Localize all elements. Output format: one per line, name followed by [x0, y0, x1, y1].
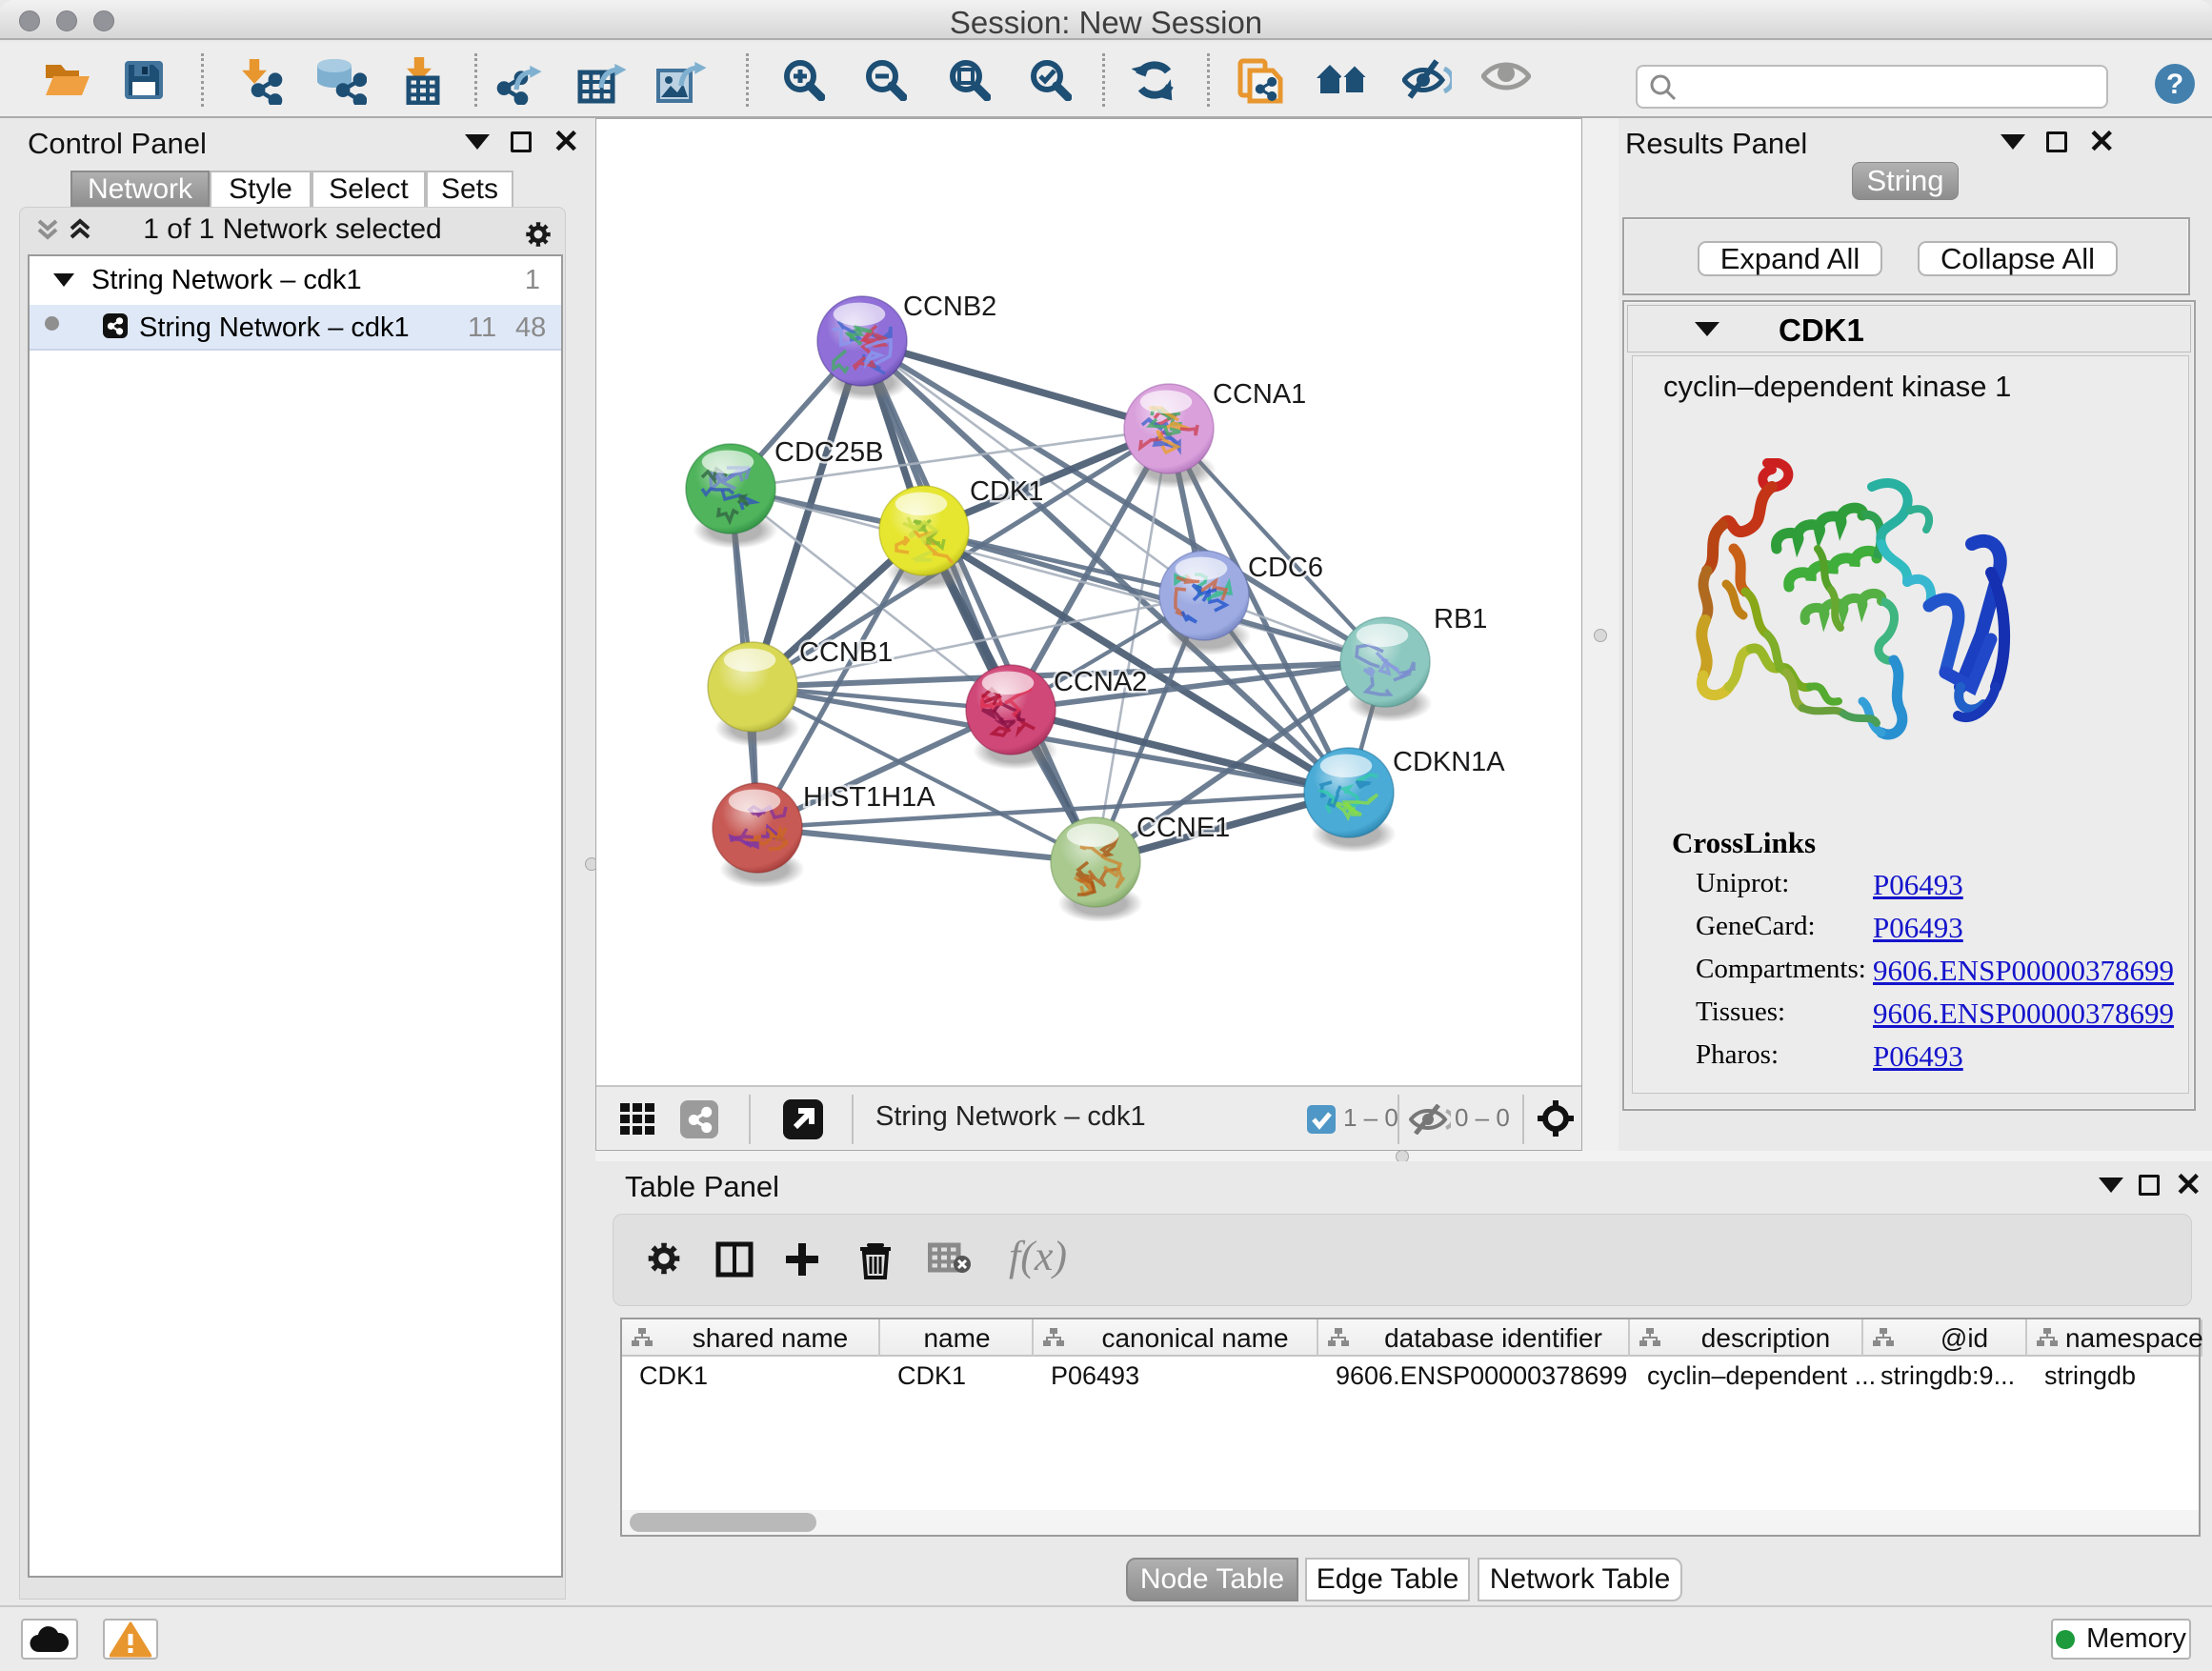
svg-text:CCNA2: CCNA2: [1054, 667, 1147, 697]
svg-text:RB1: RB1: [1434, 604, 1487, 634]
svg-text:CCNE1: CCNE1: [1136, 813, 1230, 843]
svg-text:CDKN1A: CDKN1A: [1393, 747, 1505, 777]
svg-text:CCNB1: CCNB1: [799, 637, 893, 668]
svg-text:CDC6: CDC6: [1248, 553, 1323, 583]
svg-text:HIST1H1A: HIST1H1A: [803, 782, 935, 813]
svg-text:CCNB2: CCNB2: [903, 292, 996, 322]
svg-text:CCNA1: CCNA1: [1213, 379, 1306, 410]
svg-text:?: ?: [2166, 69, 2183, 100]
svg-text:CDC25B: CDC25B: [774, 437, 883, 468]
svg-text:CDK1: CDK1: [970, 476, 1043, 507]
